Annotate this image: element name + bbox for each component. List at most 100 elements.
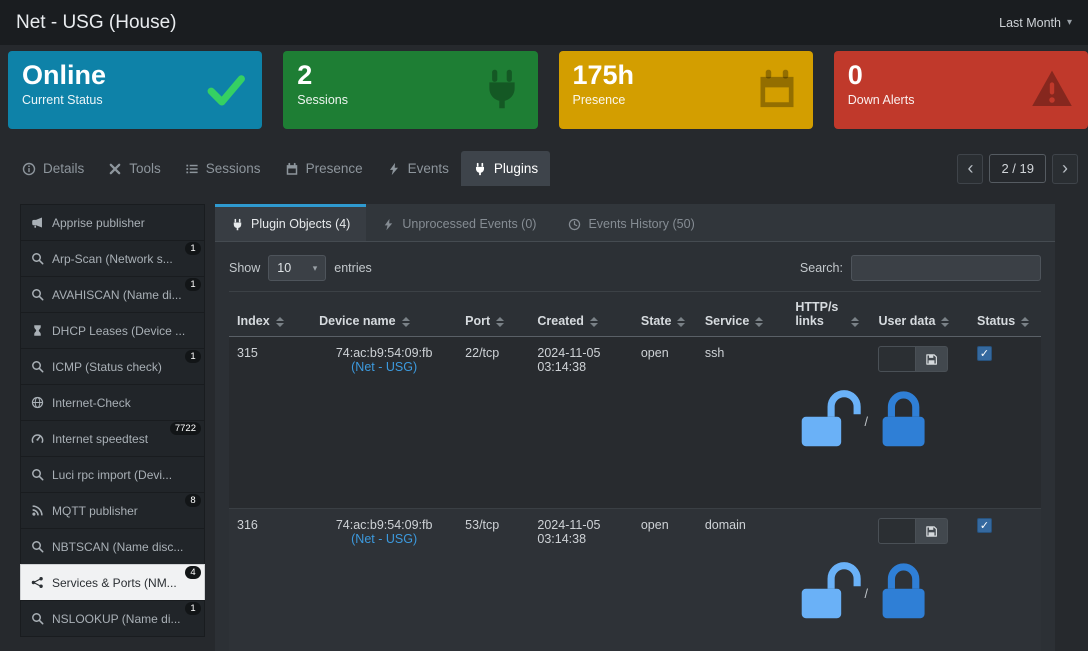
page-title: Net - USG (House): [16, 12, 176, 34]
tab-label: Presence: [306, 161, 363, 176]
subtab-label: Events History (50): [588, 217, 694, 231]
status-checkbox[interactable]: ✓: [977, 518, 992, 533]
plugins-content: Apprise publisher Arp-Scan (Network s...…: [0, 187, 1088, 651]
table-controls: Show 10▾ entries Search:: [229, 255, 1041, 281]
count-badge: 1: [185, 602, 201, 615]
subtab-unprocessed-events[interactable]: Unprocessed Events (0): [366, 204, 552, 241]
https-link-icon[interactable]: [870, 485, 937, 499]
floppy-icon: [925, 353, 938, 366]
subtab-label: Unprocessed Events (0): [402, 217, 536, 231]
tab-label: Events: [408, 161, 449, 176]
sidebar-item-apprise[interactable]: Apprise publisher: [20, 204, 205, 241]
period-label: Last Month: [999, 16, 1061, 30]
col-status[interactable]: Status: [969, 292, 1041, 337]
sidebar-item-internet-speedtest[interactable]: Internet speedtest7722: [20, 420, 205, 457]
period-selector[interactable]: Last Month ▾: [999, 16, 1072, 30]
plugin-panel: Plugin Objects (4) Unprocessed Events (0…: [215, 204, 1055, 651]
tab-tools[interactable]: Tools: [96, 151, 173, 186]
sidebar-item-internet-check[interactable]: Internet-Check: [20, 384, 205, 421]
count-badge: 7722: [170, 422, 201, 435]
user-data-input[interactable]: [878, 518, 916, 544]
tab-details[interactable]: Details: [10, 151, 96, 186]
col-port[interactable]: Port: [457, 292, 529, 337]
sort-icon: [402, 317, 410, 327]
search-input[interactable]: [851, 255, 1041, 281]
calendar-icon: [755, 67, 799, 111]
sidebar-item-label: NBTSCAN (Name disc...: [52, 540, 183, 554]
col-device-name[interactable]: Device name: [311, 292, 457, 337]
col-index[interactable]: Index: [229, 292, 311, 337]
count-badge: 1: [185, 278, 201, 291]
device-link[interactable]: (Net - USG): [319, 532, 449, 546]
plugin-sidebar: Apprise publisher Arp-Scan (Network s...…: [20, 204, 205, 637]
save-button[interactable]: [916, 518, 948, 544]
sort-icon: [755, 317, 763, 327]
sort-icon: [496, 317, 504, 327]
col-user-data[interactable]: User data: [870, 292, 969, 337]
col-http-links[interactable]: HTTP/s links: [787, 292, 870, 337]
chevron-right-icon[interactable]: ›: [1052, 154, 1078, 184]
sidebar-item-label: DHCP Leases (Device ...: [52, 324, 185, 338]
app-window: Net - USG (House) Last Month ▾ Online Cu…: [0, 0, 1088, 651]
plugin-objects-table: Index Device name Port Created State Ser…: [229, 291, 1041, 651]
sidebar-item-icmp[interactable]: ICMP (Status check)1: [20, 348, 205, 385]
col-service[interactable]: Service: [697, 292, 787, 337]
tab-sessions[interactable]: Sessions: [173, 151, 273, 186]
sidebar-item-mqtt[interactable]: MQTT publisher8: [20, 492, 205, 529]
subtab-events-history[interactable]: Events History (50): [552, 204, 710, 241]
sidebar-item-label: Apprise publisher: [52, 216, 145, 230]
globe-icon: [31, 396, 44, 409]
http-link-icon[interactable]: [795, 485, 862, 499]
calendar-icon: [285, 162, 299, 176]
count-badge: 1: [185, 350, 201, 363]
chevron-left-icon[interactable]: ‹: [957, 154, 983, 184]
cell-device-name: 74:ac:b9:54:09:fb: [319, 346, 449, 360]
sidebar-item-label: MQTT publisher: [52, 504, 138, 518]
tab-events[interactable]: Events: [375, 151, 461, 186]
sidebar-item-dhcp-leases[interactable]: DHCP Leases (Device ...: [20, 312, 205, 349]
bolt-icon: [382, 218, 395, 231]
clock-icon: [568, 218, 581, 231]
sidebar-item-services-ports[interactable]: Services & Ports (NM...4: [20, 564, 205, 601]
status-checkbox[interactable]: ✓: [977, 346, 992, 361]
sidebar-item-arpscan[interactable]: Arp-Scan (Network s...1: [20, 240, 205, 277]
cell-state: open: [633, 509, 697, 651]
sidebar-item-nslookup[interactable]: NSLOOKUP (Name di...1: [20, 600, 205, 637]
user-data-input[interactable]: [878, 346, 916, 372]
col-created[interactable]: Created: [529, 292, 632, 337]
col-state[interactable]: State: [633, 292, 697, 337]
tools-icon: [108, 162, 122, 176]
subtab-plugin-objects[interactable]: Plugin Objects (4): [215, 204, 366, 241]
search-icon: [31, 288, 44, 301]
plug-icon: [231, 218, 244, 231]
sidebar-item-avahiscan[interactable]: AVAHISCAN (Name di...1: [20, 276, 205, 313]
device-link[interactable]: (Net - USG): [319, 360, 449, 374]
status-card-down-alerts: 0 Down Alerts: [834, 51, 1088, 129]
floppy-icon: [925, 525, 938, 538]
search-icon: [31, 360, 44, 373]
count-badge: 1: [185, 242, 201, 255]
chevron-down-icon: ▾: [313, 263, 318, 274]
tab-plugins[interactable]: Plugins: [461, 151, 550, 186]
slash-separator: /: [864, 415, 867, 429]
save-button[interactable]: [916, 346, 948, 372]
show-label: Show: [229, 261, 260, 275]
sidebar-item-nbtscan[interactable]: NBTSCAN (Name disc...: [20, 528, 205, 565]
sort-icon: [677, 317, 685, 327]
entries-label: entries: [334, 261, 372, 275]
table-row: 315 74:ac:b9:54:09:fb(Net - USG) 22/tcp …: [229, 337, 1041, 509]
warning-icon: [1030, 67, 1074, 111]
cell-port: 22/tcp: [457, 337, 529, 509]
cell-index: 315: [229, 337, 311, 509]
summary-cards: Online Current Status 2 Sessions 175h Pr…: [0, 47, 1088, 129]
tab-presence[interactable]: Presence: [273, 151, 375, 186]
info-icon: [22, 162, 36, 176]
rss-icon: [31, 504, 44, 517]
sidebar-item-luci-rpc[interactable]: Luci rpc import (Devi...: [20, 456, 205, 493]
plug-icon: [480, 67, 524, 111]
hourglass-icon: [31, 324, 44, 337]
slash-separator: /: [864, 587, 867, 601]
search-icon: [31, 468, 44, 481]
cell-device-name: 74:ac:b9:54:09:fb: [319, 518, 449, 532]
page-size-select[interactable]: 10▾: [268, 255, 326, 281]
